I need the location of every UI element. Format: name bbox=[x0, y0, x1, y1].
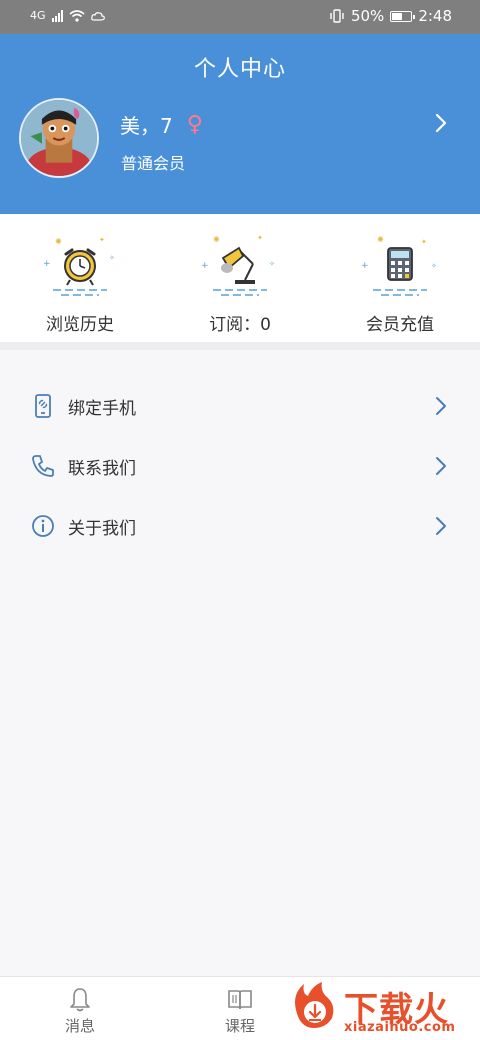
svg-text:✺: ✺ bbox=[55, 237, 62, 246]
svg-text:✺: ✺ bbox=[377, 235, 384, 244]
username: 美，7 bbox=[120, 114, 173, 138]
quick-action-label: 浏览历史 bbox=[46, 315, 114, 335]
vibrate-icon bbox=[330, 9, 344, 23]
status-right: 50% 2:48 bbox=[329, 7, 452, 25]
info-icon bbox=[32, 515, 54, 537]
svg-text:✧: ✧ bbox=[431, 262, 437, 270]
quick-actions: ✺ ✦ + ✧ 浏览历史 ✺ ✦ + ✧ 订阅：0 ✺ ✦ + ✧ 会员充值 bbox=[0, 214, 480, 342]
network-type: 4G bbox=[30, 9, 46, 22]
menu-item-label: 关于我们 bbox=[68, 518, 136, 539]
watermark: 下载火 xiazaihuo.com bbox=[282, 978, 478, 1040]
nav-tab-messages[interactable]: 消息 bbox=[40, 985, 120, 1036]
member-level: 普通会员 bbox=[121, 154, 186, 173]
status-left: 4G bbox=[30, 9, 105, 22]
svg-text:✧: ✧ bbox=[109, 254, 115, 262]
svg-text:✦: ✦ bbox=[257, 234, 263, 242]
svg-text:✦: ✦ bbox=[99, 236, 105, 244]
menu-item-label: 绑定手机 bbox=[68, 398, 136, 419]
section-divider bbox=[0, 342, 480, 350]
quick-action-subscriptions[interactable]: ✺ ✦ + ✧ 订阅：0 bbox=[180, 228, 300, 335]
nav-tab-courses[interactable]: 课程 bbox=[200, 985, 280, 1036]
nav-tab-label: 消息 bbox=[64, 1017, 95, 1035]
cloud-icon bbox=[90, 11, 105, 21]
quick-action-label: 订阅：0 bbox=[209, 315, 271, 335]
status-bar: 4G 50% 2:48 bbox=[0, 0, 480, 34]
chevron-right-icon[interactable] bbox=[432, 112, 450, 134]
female-icon: ♀ bbox=[186, 111, 203, 137]
svg-text:✧: ✧ bbox=[269, 260, 275, 268]
svg-text:+: + bbox=[361, 261, 369, 271]
book-icon bbox=[228, 990, 252, 1010]
bell-icon bbox=[70, 988, 90, 1012]
chevron-right-icon bbox=[436, 457, 446, 475]
chevron-right-icon bbox=[436, 397, 446, 415]
svg-text:+: + bbox=[201, 261, 209, 271]
quick-action-label: 会员充值 bbox=[366, 315, 434, 335]
alarm-clock-icon: ✺ ✦ + ✧ bbox=[43, 236, 115, 296]
battery-icon bbox=[390, 10, 416, 22]
svg-text:+: + bbox=[43, 259, 51, 269]
avatar[interactable] bbox=[19, 98, 99, 178]
settings-list: 绑定手机 联系我们 关于我们 bbox=[0, 350, 480, 556]
chevron-right-icon bbox=[436, 517, 446, 535]
svg-text:✺: ✺ bbox=[213, 235, 220, 244]
menu-item-bind-phone[interactable]: 绑定手机 bbox=[0, 376, 480, 436]
page-title: 个人中心 bbox=[193, 57, 286, 82]
svg-text:✦: ✦ bbox=[421, 238, 427, 246]
phone-link-icon bbox=[35, 394, 51, 418]
menu-item-about[interactable]: 关于我们 bbox=[0, 496, 480, 556]
flame-logo-icon bbox=[295, 982, 334, 1028]
watermark-url: xiazaihuo.com bbox=[344, 1020, 456, 1035]
username-row: 美，7 ♀ bbox=[120, 110, 203, 139]
clock: 2:48 bbox=[418, 7, 452, 25]
menu-item-contact[interactable]: 联系我们 bbox=[0, 436, 480, 496]
telephone-icon bbox=[32, 455, 54, 477]
calculator-icon: ✺ ✦ + ✧ bbox=[361, 235, 437, 296]
quick-action-recharge[interactable]: ✺ ✦ + ✧ 会员充值 bbox=[340, 228, 460, 335]
desk-lamp-icon: ✺ ✦ + ✧ bbox=[201, 234, 275, 296]
quick-action-history[interactable]: ✺ ✦ + ✧ 浏览历史 bbox=[20, 228, 140, 335]
menu-item-label: 联系我们 bbox=[68, 458, 136, 479]
signal-icon bbox=[51, 9, 63, 22]
wifi-icon bbox=[69, 9, 85, 22]
profile-header: 个人中心 美，7 ♀ 普通会员 bbox=[0, 34, 480, 214]
nav-tab-label: 课程 bbox=[224, 1017, 255, 1035]
battery-percent: 50% bbox=[350, 7, 385, 25]
